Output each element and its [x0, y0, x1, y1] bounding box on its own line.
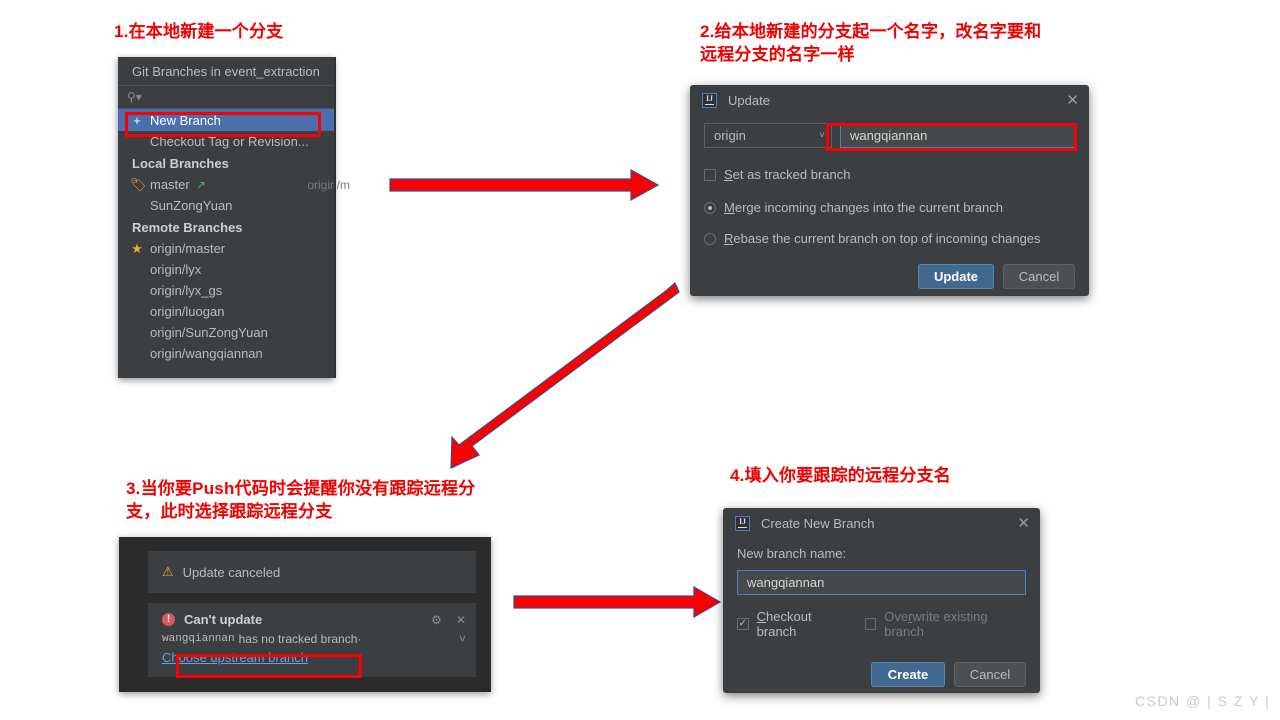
close-icon[interactable]: ✕ — [456, 613, 466, 627]
tag-icon: 🏷 — [130, 176, 147, 192]
create-branch-body: New branch name: wangqiannan ✓ Checkout … — [723, 546, 1040, 687]
remote-branch-origin-luogan[interactable]: origin/luogan — [118, 301, 334, 322]
create-branch-buttons: Create Cancel — [737, 662, 1026, 687]
create-branch-titlebar: IJ Create New Branch ✕ — [723, 508, 1040, 539]
local-branches-header: Local Branches — [132, 155, 229, 171]
merge-strategy-label: Merge incoming changes into the current … — [724, 200, 1003, 215]
search-icon: ⚲▾ — [127, 90, 142, 104]
star-icon: ★ — [131, 240, 143, 256]
local-branch-label: SunZongYuan — [150, 198, 233, 213]
annotation-step-4: 4.填入你要跟踪的远程分支名 — [730, 466, 951, 485]
create-button[interactable]: Create — [871, 662, 945, 687]
checkout-branch-checkbox[interactable]: ✓ Checkout branch — [737, 609, 852, 639]
remote-select-value: origin — [714, 128, 746, 143]
new-branch-name-value: wangqiannan — [747, 575, 825, 590]
branch-search-input[interactable]: ⚲▾ — [118, 86, 334, 109]
choose-upstream-branch-row: Choose upstream branch — [162, 650, 466, 665]
update-canceled-text: Update canceled — [182, 564, 281, 580]
remote-branch-label: origin/luogan — [150, 304, 225, 319]
remote-branch-label: origin/SunZongYuan — [150, 325, 268, 340]
create-new-branch-dialog: IJ Create New Branch ✕ New branch name: … — [723, 508, 1040, 693]
remote-branch-origin-wangqiannan[interactable]: origin/wangqiannan — [118, 343, 334, 364]
warning-icon: ⚠ — [162, 564, 174, 579]
overwrite-existing-branch-checkbox[interactable]: Overwrite existing branch — [864, 609, 1026, 639]
remote-select[interactable]: origin ˅ — [704, 123, 832, 148]
remote-branch-label: origin/wangqiannan — [150, 346, 263, 361]
current-branch-arrow-icon: ↗ — [195, 177, 206, 192]
close-icon[interactable]: ✕ — [1066, 93, 1079, 108]
rebase-strategy-radio[interactable]: Rebase the current branch on top of inco… — [704, 231, 1075, 246]
checkbox-box — [864, 618, 877, 630]
overwrite-existing-branch-label: Overwrite existing branch — [884, 609, 988, 639]
checkout-tag-label: Checkout Tag or Revision... — [150, 134, 309, 149]
choose-upstream-branch-link[interactable]: Choose upstream branch — [162, 650, 308, 665]
git-branches-popup-title: Git Branches in event_extraction — [118, 57, 334, 86]
chevron-down-icon[interactable]: ˅ — [459, 632, 466, 646]
remote-branch-origin-master[interactable]: ★ origin/master — [118, 238, 334, 259]
checkout-tag-or-revision-action[interactable]: Checkout Tag or Revision... — [118, 131, 334, 152]
merge-strategy-radio[interactable]: Merge incoming changes into the current … — [704, 200, 1075, 215]
intellij-idea-icon: IJ — [735, 516, 750, 531]
git-branches-list: + New Branch Checkout Tag or Revision...… — [118, 109, 350, 364]
update-button[interactable]: Update — [918, 264, 994, 289]
chevron-down-icon: ˅ — [819, 130, 825, 141]
update-dialog-body: origin ˅ wangqiannan Set as tracked bran… — [690, 123, 1089, 289]
remote-branch-origin-sunzongyuan[interactable]: origin/SunZongYuan — [118, 322, 334, 343]
create-branch-title: Create New Branch — [761, 516, 875, 531]
annotation-step-2: 2.给本地新建的分支起一个名字，改名字要和 远程分支的名字一样 — [700, 22, 1042, 64]
new-branch-name-label: New branch name: — [737, 546, 847, 561]
branch-name-input[interactable]: wangqiannan — [840, 123, 1075, 148]
remote-branch-label: origin/lyx_gs — [150, 283, 223, 298]
intellij-idea-icon: IJ — [702, 93, 717, 108]
update-dialog-titlebar: IJ Update ✕ — [690, 85, 1089, 116]
checkout-branch-label: Checkout branch — [756, 609, 812, 639]
cant-update-title: Can't update — [184, 612, 263, 627]
radio-button — [704, 201, 716, 214]
annotation-step-3: 3.当你要Push代码时会提醒你没有跟踪远程分 支，此时选择跟踪远程分支 — [126, 479, 476, 521]
cancel-button[interactable]: Cancel — [1003, 264, 1075, 289]
git-branches-popup: Git Branches in event_extraction ⚲▾ + Ne… — [118, 57, 350, 378]
checkbox-box: ✓ — [737, 618, 749, 630]
git-branches-popup-edge — [334, 57, 336, 378]
cant-update-header: ! Can't update ⚙ ✕ — [162, 612, 466, 627]
notification-panel: ⚠ Update canceled ! Can't update ⚙ ✕ wan… — [119, 537, 491, 692]
branch-name-value: wangqiannan — [850, 128, 928, 143]
update-dialog-title: Update — [728, 93, 770, 108]
new-branch-name-input[interactable]: wangqiannan — [737, 570, 1026, 595]
plus-icon: + — [133, 112, 141, 128]
local-branch-sunzongyuan[interactable]: SunZongYuan — [118, 195, 334, 216]
error-icon: ! — [162, 613, 175, 626]
branch-name-text: wangqiannan — [162, 633, 235, 645]
cant-update-notification: ! Can't update ⚙ ✕ wangqiannan has no tr… — [148, 603, 476, 677]
local-branch-master[interactable]: 🏷 master ↗ origin/m — [118, 174, 350, 195]
arrow-step1-to-step2 — [389, 168, 660, 202]
remote-branch-origin-lyx[interactable]: origin/lyx — [118, 259, 334, 280]
gear-icon[interactable]: ⚙ — [431, 613, 442, 627]
close-icon[interactable]: ✕ — [1017, 516, 1030, 531]
cant-update-message: wangqiannan has no tracked branch· ˅ — [162, 632, 466, 646]
rebase-strategy-label: Rebase the current branch on top of inco… — [724, 231, 1041, 246]
set-as-tracked-branch-label: Set as tracked branch — [724, 167, 851, 182]
arrow-step2-to-step3 — [450, 282, 680, 469]
remote-branch-origin-lyx-gs[interactable]: origin/lyx_gs — [118, 280, 334, 301]
new-branch-action[interactable]: + New Branch — [118, 109, 334, 131]
cancel-button[interactable]: Cancel — [954, 662, 1026, 687]
update-dialog-buttons: Update Cancel — [704, 264, 1075, 289]
set-as-tracked-branch-checkbox[interactable]: Set as tracked branch — [704, 167, 1075, 182]
annotation-step-1: 1.在本地新建一个分支 — [114, 22, 284, 41]
update-canceled-notification: ⚠ Update canceled — [148, 551, 476, 593]
arrow-step3-to-step4 — [513, 585, 722, 619]
update-dialog: IJ Update ✕ origin ˅ wangqiannan Set as … — [690, 85, 1089, 296]
remote-branches-header: Remote Branches — [132, 219, 243, 235]
message-text: has no tracked branch· — [238, 632, 362, 646]
remote-branch-label: origin/lyx — [150, 262, 202, 277]
watermark: CSDN @ | S Z Y | — [1135, 693, 1271, 709]
tracked-branch-label: origin/m — [307, 177, 350, 192]
radio-button — [704, 232, 716, 245]
checkbox-box — [704, 168, 716, 181]
